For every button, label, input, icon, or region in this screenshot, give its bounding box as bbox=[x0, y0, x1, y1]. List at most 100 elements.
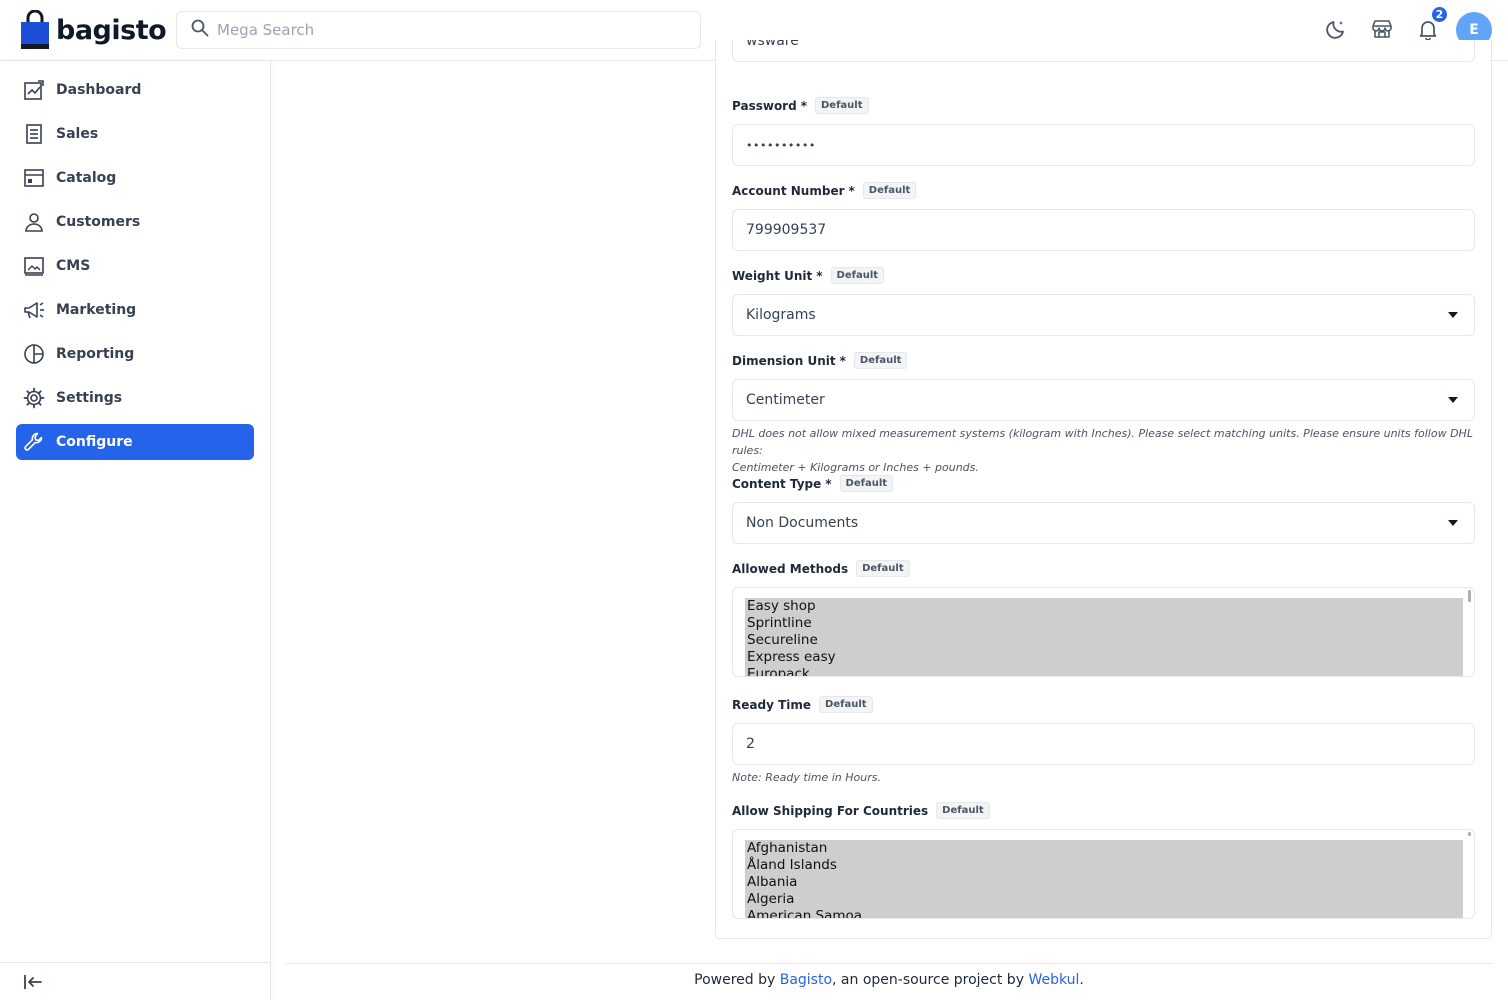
sidebar-item-cms[interactable]: CMS bbox=[16, 248, 254, 284]
default-tag: Default bbox=[819, 696, 873, 713]
weight-unit-select[interactable]: Kilograms bbox=[732, 294, 1475, 336]
weight-unit-label: Weight Unit * Default bbox=[732, 267, 885, 284]
dhl-config-panel: wsware Password * Default •••••••••• Acc… bbox=[715, 40, 1492, 939]
option-item[interactable]: Åland Islands bbox=[745, 857, 1463, 874]
weight-unit-label-text: Weight Unit bbox=[732, 268, 813, 283]
collapse-sidebar-icon[interactable] bbox=[22, 971, 44, 993]
bagisto-link[interactable]: Bagisto bbox=[780, 972, 832, 988]
storefront-icon[interactable] bbox=[1369, 16, 1395, 42]
sidebar-item-dashboard[interactable]: Dashboard bbox=[16, 72, 254, 108]
search-input[interactable] bbox=[217, 21, 657, 39]
footer-middle: , an open-source project by bbox=[832, 972, 1029, 988]
dimension-unit-note: DHL does not allow mixed measurement sys… bbox=[732, 425, 1477, 476]
option-item[interactable]: Sprintline bbox=[745, 615, 1463, 632]
option-item[interactable]: Europack bbox=[745, 666, 1463, 676]
option-item[interactable]: Algeria bbox=[745, 891, 1463, 908]
sidebar-item-label: Marketing bbox=[56, 302, 137, 318]
default-tag: Default bbox=[853, 352, 908, 369]
sales-icon bbox=[23, 123, 45, 145]
content-type-label: Content Type * Default bbox=[732, 475, 894, 492]
default-tag: Default bbox=[936, 802, 990, 819]
account-number-label-text: Account Number bbox=[732, 183, 845, 198]
cms-icon bbox=[23, 255, 45, 277]
sidebar-item-label: CMS bbox=[56, 258, 91, 274]
option-item[interactable]: Albania bbox=[745, 874, 1463, 891]
notification-badge: 2 bbox=[1430, 5, 1449, 24]
required-mark: * bbox=[816, 268, 823, 283]
allow-countries-label: Allow Shipping For Countries Default bbox=[732, 802, 990, 819]
prev-field-input[interactable]: wsware bbox=[732, 40, 1475, 62]
sidebar-item-catalog[interactable]: Catalog bbox=[16, 160, 254, 196]
option-item[interactable]: Afghanistan bbox=[745, 840, 1463, 857]
required-mark: * bbox=[839, 353, 846, 368]
webkul-link[interactable]: Webkul bbox=[1028, 972, 1079, 988]
content-type-label-text: Content Type bbox=[732, 476, 822, 491]
sidebar-item-customers[interactable]: Customers bbox=[16, 204, 254, 240]
default-tag: Default bbox=[856, 560, 910, 577]
account-number-input[interactable]: 799909537 bbox=[732, 209, 1475, 251]
sidebar-item-configure[interactable]: Configure bbox=[16, 424, 254, 460]
sidebar-item-marketing[interactable]: Marketing bbox=[16, 292, 254, 328]
account-number-value: 799909537 bbox=[746, 222, 827, 238]
marketing-icon bbox=[23, 299, 45, 321]
dimension-unit-select[interactable]: Centimeter bbox=[732, 379, 1475, 421]
default-tag: Default bbox=[862, 182, 917, 199]
catalog-icon bbox=[23, 167, 45, 189]
footer-suffix: . bbox=[1079, 972, 1084, 988]
option-item[interactable]: Express easy bbox=[745, 649, 1463, 666]
scrollbar-thumb[interactable] bbox=[1468, 590, 1471, 602]
allowed-methods-options: Easy shop Sprintline Secureline Express … bbox=[745, 598, 1463, 676]
dimension-note-line2: Centimeter + Kilograms or Inches + pound… bbox=[732, 461, 979, 474]
allowed-methods-multiselect[interactable]: Easy shop Sprintline Secureline Express … bbox=[732, 587, 1475, 677]
sidebar-item-label: Reporting bbox=[56, 346, 135, 362]
default-tag: Default bbox=[814, 97, 869, 114]
ready-time-value: 2 bbox=[746, 736, 755, 752]
dimension-unit-value: Centimeter bbox=[746, 392, 825, 408]
ready-time-note: Note: Ready time in Hours. bbox=[732, 771, 881, 784]
search-icon bbox=[191, 19, 209, 41]
content-type-select[interactable]: Non Documents bbox=[732, 502, 1475, 544]
dashboard-icon bbox=[23, 79, 45, 101]
shopping-bag-icon bbox=[20, 9, 50, 50]
sidebar-item-label: Sales bbox=[56, 126, 99, 142]
reporting-icon bbox=[23, 343, 45, 365]
dimension-note-line1: DHL does not allow mixed measurement sys… bbox=[732, 427, 1473, 457]
password-value: •••••••••• bbox=[746, 138, 816, 152]
required-mark: * bbox=[848, 183, 855, 198]
allow-countries-multiselect[interactable]: Afghanistan Åland Islands Albania Algeri… bbox=[732, 829, 1475, 919]
prev-field-value: wsware bbox=[746, 40, 799, 49]
dark-mode-icon[interactable] bbox=[1323, 16, 1349, 42]
ready-time-label-text: Ready Time bbox=[732, 697, 812, 712]
sidebar-item-label: Catalog bbox=[56, 170, 117, 186]
allow-countries-options: Afghanistan Åland Islands Albania Algeri… bbox=[745, 840, 1463, 918]
settings-icon bbox=[23, 387, 45, 409]
option-item[interactable]: Easy shop bbox=[745, 598, 1463, 615]
sidebar-item-reporting[interactable]: Reporting bbox=[16, 336, 254, 372]
dimension-unit-label: Dimension Unit * Default bbox=[732, 352, 908, 369]
sidebar-item-settings[interactable]: Settings bbox=[16, 380, 254, 416]
required-mark: * bbox=[825, 476, 832, 491]
password-input[interactable]: •••••••••• bbox=[732, 124, 1475, 166]
required-mark: * bbox=[800, 98, 807, 113]
mega-search[interactable] bbox=[176, 11, 701, 49]
chevron-down-icon bbox=[1448, 312, 1458, 318]
option-item[interactable]: Secureline bbox=[745, 632, 1463, 649]
default-tag: Default bbox=[839, 475, 894, 492]
allow-countries-label-text: Allow Shipping For Countries bbox=[732, 803, 929, 818]
allowed-methods-label: Allowed Methods Default bbox=[732, 560, 910, 577]
app-name: bagisto bbox=[56, 14, 167, 46]
sidebar-item-sales[interactable]: Sales bbox=[16, 116, 254, 152]
chevron-down-icon bbox=[1448, 520, 1458, 526]
page-footer: Powered by Bagisto, an open-source proje… bbox=[285, 972, 1493, 988]
customers-icon bbox=[23, 211, 45, 233]
sidebar-item-label: Dashboard bbox=[56, 82, 142, 98]
sidebar-item-label: Settings bbox=[56, 390, 123, 406]
ready-time-input[interactable]: 2 bbox=[732, 723, 1475, 765]
bagisto-logo[interactable]: bagisto bbox=[20, 9, 167, 50]
scrollbar-thumb[interactable] bbox=[1468, 832, 1471, 836]
account-number-label: Account Number * Default bbox=[732, 182, 917, 199]
sidebar-footer bbox=[0, 962, 270, 1000]
configure-icon bbox=[23, 431, 45, 453]
option-item[interactable]: American Samoa bbox=[745, 908, 1463, 918]
dimension-unit-label-text: Dimension Unit bbox=[732, 353, 836, 368]
